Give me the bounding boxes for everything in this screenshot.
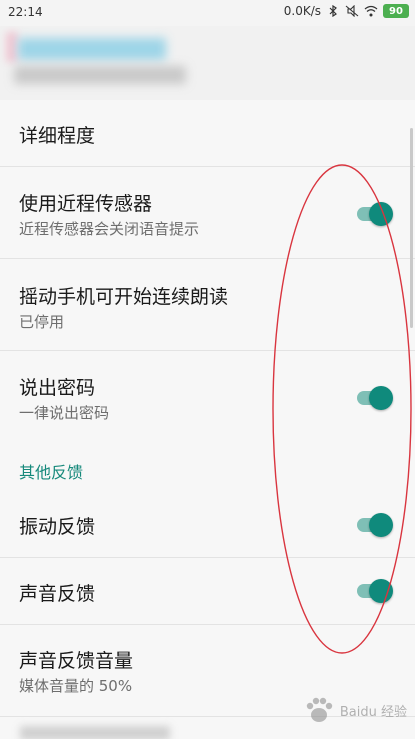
status-icons: 0.0K/s 90	[284, 4, 409, 18]
watermark-text: Baidu 经验	[339, 704, 407, 720]
blurred-app-icon	[6, 32, 18, 62]
section-other-feedback: 其他反馈	[0, 443, 415, 495]
setting-title: 说出密码	[19, 377, 96, 399]
setting-title: 声音反馈	[19, 583, 96, 605]
setting-title: 摇动手机可开始连续朗读	[19, 286, 229, 308]
setting-title: 振动反馈	[19, 516, 96, 538]
setting-proximity-sensor[interactable]: 使用近程传感器 近程传感器会关闭语音提示	[0, 167, 415, 259]
setting-title: 使用近程传感器	[19, 193, 153, 215]
setting-subtitle: 已停用	[19, 313, 65, 331]
section-title: 其他反馈	[19, 463, 84, 482]
app-header	[0, 26, 415, 100]
setting-title: 详细程度	[19, 125, 96, 147]
setting-sound-feedback[interactable]: 声音反馈	[0, 558, 415, 625]
setting-speak-passwords[interactable]: 说出密码 一律说出密码	[0, 351, 415, 443]
toggle-thumb	[369, 386, 393, 410]
setting-vibration-feedback[interactable]: 振动反馈	[0, 495, 415, 558]
toggle-thumb	[369, 202, 393, 226]
paw-logo-icon	[306, 697, 333, 722]
wifi-icon	[364, 5, 378, 17]
setting-subtitle: 近程传感器会关闭语音提示	[19, 220, 200, 238]
blurred-title	[18, 38, 166, 60]
setting-verbosity[interactable]: 详细程度	[0, 100, 415, 167]
toggle-thumb	[369, 579, 393, 603]
network-speed: 0.0K/s	[283, 4, 321, 18]
scrollbar[interactable]	[410, 128, 413, 328]
speak-passwords-toggle[interactable]	[355, 384, 395, 410]
setting-title: 声音反馈音量	[19, 650, 134, 672]
status-time: 22:14	[8, 5, 43, 19]
vibration-toggle[interactable]	[355, 511, 395, 537]
bluetooth-icon	[329, 5, 337, 17]
proximity-toggle[interactable]	[355, 200, 395, 226]
status-bar: 22:14 0.0K/s 90	[0, 0, 415, 26]
settings-list: 详细程度 使用近程传感器 近程传感器会关闭语音提示 摇动手机可开始连续朗读 已停…	[0, 100, 415, 717]
watermark: Baidu 经验	[302, 693, 407, 727]
battery-icon: 90	[383, 4, 409, 18]
setting-shake-to-read[interactable]: 摇动手机可开始连续朗读 已停用	[0, 259, 415, 351]
setting-subtitle: 媒体音量的 50%	[19, 677, 133, 695]
mute-icon	[345, 5, 359, 17]
toggle-thumb	[369, 513, 393, 537]
setting-subtitle: 一律说出密码	[19, 404, 110, 422]
next-row-partial-text	[20, 726, 170, 739]
sound-toggle[interactable]	[355, 577, 395, 603]
blurred-subtitle	[14, 66, 186, 84]
